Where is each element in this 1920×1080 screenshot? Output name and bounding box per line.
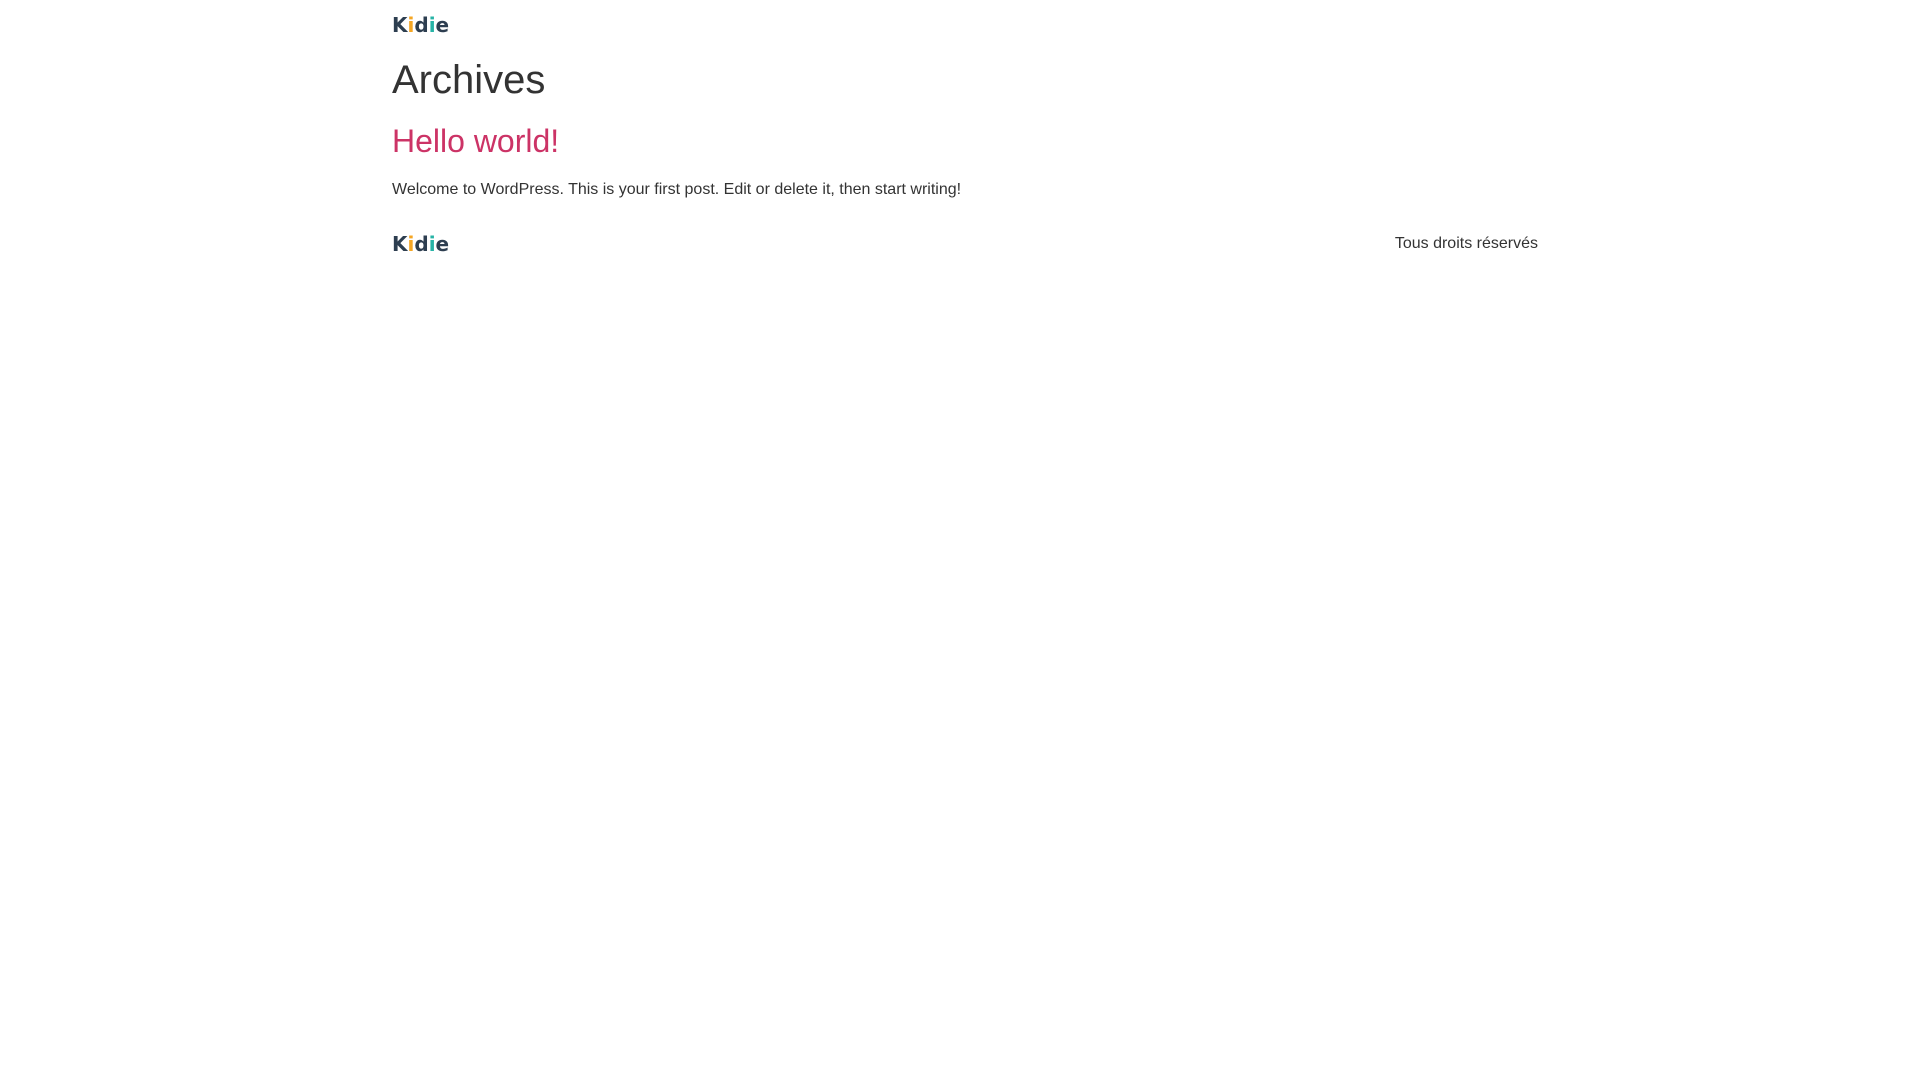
logo-letter: d <box>414 232 429 256</box>
logo-letter: K <box>392 13 408 37</box>
logo-letter: K <box>392 232 408 256</box>
page-title: Archives <box>392 58 546 102</box>
logo-letter: d <box>414 13 429 37</box>
post-excerpt: Welcome to WordPress. This is your first… <box>392 181 962 198</box>
page: K i d i e Archives Hello world! Welcome … <box>0 0 1920 1080</box>
logo-letter: i <box>428 232 436 256</box>
logo-letter: i <box>407 232 415 256</box>
logo-letter: e <box>435 232 450 256</box>
site-footer: K i d i e Tous droits réservés <box>392 230 1538 258</box>
logo-letter: i <box>407 13 415 37</box>
logo-letter: i <box>428 13 436 37</box>
footer-logo[interactable]: K i d i e <box>392 231 449 257</box>
post-item: Hello world! Welcome to WordPress. This … <box>392 116 1538 202</box>
post-title-link[interactable]: Hello world! <box>392 123 559 159</box>
post-title: Hello world! <box>392 116 1538 166</box>
logo-letter: e <box>435 13 450 37</box>
site-logo[interactable]: K i d i e <box>392 12 449 38</box>
site-header: K i d i e <box>392 12 1538 38</box>
copyright-text: Tous droits réservés <box>1394 235 1538 252</box>
